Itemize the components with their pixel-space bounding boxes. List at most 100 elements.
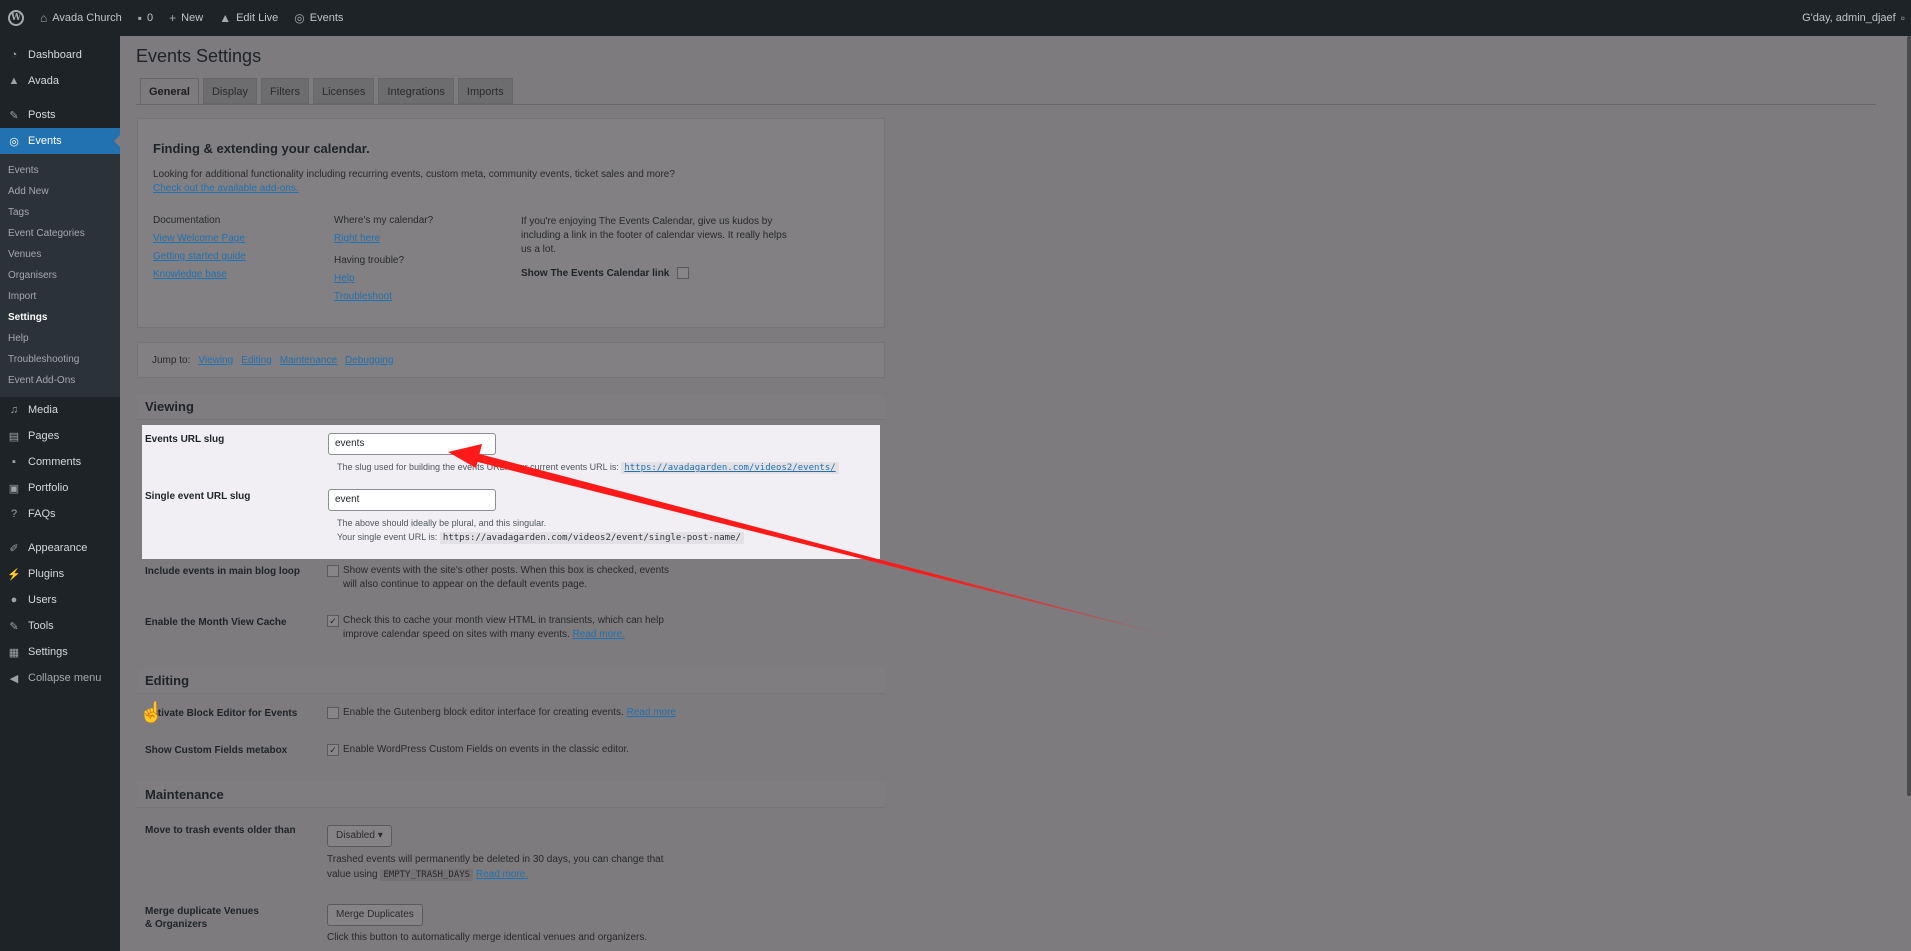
menu-users[interactable]: ● Users [0,587,120,613]
brush-icon: ✐ [9,542,19,555]
submenu-event-categories[interactable]: Event Categories [0,223,120,244]
maintenance-heading: Maintenance [137,782,885,808]
wheres-calendar-title: Where's my calendar? [334,215,434,226]
menu-pages[interactable]: ▤ Pages [0,423,120,449]
main-content: Events Settings General Display Filters … [120,36,1911,951]
submenu-tags[interactable]: Tags [0,202,120,223]
menu-portfolio[interactable]: ▣ Portfolio [0,475,120,501]
events-url-link[interactable]: https://avadagarden.com/videos2/events/ [621,462,839,474]
blog-loop-checkbox[interactable] [327,565,339,577]
menu-faqs[interactable]: ? FAQs [0,501,120,527]
admin-bar: W ⌂ Avada Church ▪ 0 + New ▲ Edit Live ◎ Even… [0,0,1911,36]
knowledge-base-link[interactable]: Knowledge base [153,269,227,280]
block-editor-checkbox[interactable] [327,707,339,719]
addons-link[interactable]: Check out the available add-ons. [153,183,299,194]
menu-plugins[interactable]: ⚡ Plugins [0,561,120,587]
custom-fields-label: Show Custom Fields metabox [145,745,288,756]
jump-debugging-link[interactable]: Debugging [345,355,393,366]
chevron-down-icon: ▾ [377,830,383,841]
collapse-menu[interactable]: ◀ Collapse menu [0,665,120,691]
page-title: Events Settings [136,46,262,66]
trash-events-select[interactable]: Disabled ▾ [327,825,392,847]
tab-licenses[interactable]: Licenses [313,78,375,104]
submenu-help[interactable]: Help [0,328,120,349]
portfolio-icon: ▣ [8,482,20,495]
menu-comments[interactable]: ▪ Comments [0,449,120,475]
blog-loop-description: Show events with the site's other posts.… [343,565,669,590]
page-scrollbar[interactable] [1907,36,1911,796]
pin-icon: ✎ [9,109,19,122]
jump-maintenance-link[interactable]: Maintenance [280,355,337,366]
right-here-link[interactable]: Right here [334,233,380,244]
media-icon: ♫ [9,404,19,416]
tab-general[interactable]: General [140,78,199,104]
events-link[interactable]: ◎ Events [286,0,351,36]
jump-to-label: Jump to: [152,354,191,366]
tab-integrations[interactable]: Integrations [378,78,454,104]
block-editor-label: Activate Block Editor for Events [145,708,298,719]
menu-tools[interactable]: ✎ Tools [0,613,120,639]
promo-box: Finding & extending your calendar. Looki… [137,118,885,328]
having-trouble-title: Having trouble? [334,255,405,266]
merge-duplicates-label: Merge duplicate Venues & Organizers [145,906,259,930]
single-event-slug-label: Single event URL slug [145,491,251,502]
menu-avada[interactable]: ▲ Avada [0,68,120,94]
submenu-events[interactable]: Events [0,160,120,181]
menu-events[interactable]: ◎ Events [0,128,120,154]
submenu-organisers[interactable]: Organisers [0,265,120,286]
tab-imports[interactable]: Imports [457,78,513,104]
jump-viewing-link[interactable]: Viewing [198,355,233,366]
month-cache-checkbox[interactable]: ✓ [327,615,339,627]
blog-loop-label: Include events in main blog loop [145,566,301,577]
submenu-settings[interactable]: Settings [0,307,120,328]
show-calendar-link-checkbox[interactable] [677,267,690,279]
submenu-import[interactable]: Import [0,286,120,307]
month-cache-read-more[interactable]: Read more. [573,629,625,640]
month-cache-label: Enable the Month View Cache [145,617,287,628]
menu-dashboard[interactable]: ◔ Dashboard [0,42,120,68]
admin-sidebar: ◔ Dashboard ▲ Avada ✎ Posts ◎ Events Events … [0,36,120,951]
promo-intro: Looking for additional functionality inc… [153,169,675,180]
tools-icon: ✎ [9,620,19,633]
menu-media[interactable]: ♫ Media [0,397,120,423]
promo-heading: Finding & extending your calendar. [153,141,370,156]
block-editor-read-more[interactable]: Read more [627,707,676,718]
edit-live-link[interactable]: ▲ Edit Live [211,0,286,36]
submenu-venues[interactable]: Venues [0,244,120,265]
wp-logo-menu[interactable]: W [0,0,32,36]
site-name-link[interactable]: ⌂ Avada Church [32,0,130,36]
tab-filters[interactable]: Filters [261,78,309,104]
events-url-slug-input[interactable]: events [328,433,496,455]
getting-started-link[interactable]: Getting started guide [153,251,246,262]
custom-fields-description: Enable WordPress Custom Fields on events… [343,744,630,755]
empty-trash-code: EMPTY_TRASH_DAYS [380,869,474,881]
new-content-link[interactable]: + New [161,0,211,36]
submenu-event-add-ons[interactable]: Event Add-Ons [0,370,120,391]
submenu-troubleshooting[interactable]: Troubleshooting [0,349,120,370]
submenu-add-new[interactable]: Add New [0,181,120,202]
collapse-icon: ◀ [9,672,19,685]
trash-events-desc-2: value using EMPTY_TRASH_DAYS Read more. [327,869,529,881]
menu-settings[interactable]: ▦ Settings [0,639,120,665]
single-event-slug-input[interactable]: event [328,489,496,511]
menu-appearance[interactable]: ✐ Appearance [0,535,120,561]
merge-duplicates-button[interactable]: Merge Duplicates [327,904,423,926]
avatar: ▫ [1900,11,1905,25]
help-link[interactable]: Help [334,273,355,284]
users-icon: ● [10,594,18,606]
trash-read-more[interactable]: Read more. [476,869,528,880]
comments-link[interactable]: ▪ 0 [130,0,161,36]
menu-posts[interactable]: ✎ Posts [0,102,120,128]
month-cache-description: Check this to cache your month view HTML… [343,615,664,640]
troubleshoot-link[interactable]: Troubleshoot [334,291,392,302]
viewing-heading: Viewing [137,394,885,420]
tab-display[interactable]: Display [202,78,258,104]
documentation-title: Documentation [153,215,221,226]
jump-editing-link[interactable]: Editing [241,355,272,366]
custom-fields-checkbox[interactable]: ✓ [327,744,339,756]
url-slug-highlight: Events URL slug events The slug used for… [142,425,880,559]
editing-heading: Editing [137,668,885,694]
welcome-page-link[interactable]: View Welcome Page [153,233,245,244]
block-editor-description: Enable the Gutenberg block editor interf… [343,707,676,718]
user-account-menu[interactable]: G'day, admin_djaef ▫ [1794,0,1911,36]
